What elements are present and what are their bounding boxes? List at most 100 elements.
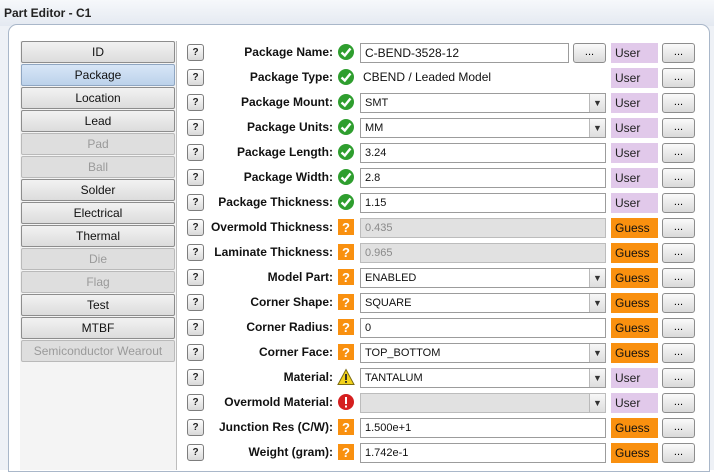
- help-button[interactable]: ?: [187, 94, 204, 111]
- more-options-button[interactable]: ...: [662, 168, 695, 188]
- window-title: Part Editor - C1: [4, 6, 92, 20]
- help-button[interactable]: ?: [187, 369, 204, 386]
- package-name-input[interactable]: C-BEND-3528-12: [360, 43, 569, 63]
- overmold-material-dropdown: ▼: [360, 393, 606, 413]
- source-badge: User: [611, 368, 658, 388]
- package-type-label: Package Type:: [249, 70, 333, 84]
- junction-res-c-w-value: 1.500e+1: [365, 422, 412, 434]
- help-button[interactable]: ?: [187, 269, 204, 286]
- material-value: TANTALUM: [365, 372, 423, 384]
- check-icon: [337, 43, 355, 61]
- package-thickness-input[interactable]: 1.15: [360, 193, 606, 213]
- overmold-material-label: Overmold Material:: [224, 395, 333, 409]
- corner-radius-label: Corner Radius:: [246, 320, 333, 334]
- source-badge: Guess: [611, 443, 658, 463]
- package-name-label: Package Name:: [244, 45, 333, 59]
- row-weight-gram: ? Weight (gram):? 1.742e-1 Guess...: [0, 440, 714, 465]
- chevron-down-icon[interactable]: ▼: [589, 294, 605, 312]
- chevron-down-icon[interactable]: ▼: [589, 94, 605, 112]
- corner-face-label: Corner Face:: [258, 345, 333, 359]
- check-icon: [337, 143, 355, 161]
- more-options-button[interactable]: ...: [662, 143, 695, 163]
- chevron-down-icon[interactable]: ▼: [589, 269, 605, 287]
- corner-radius-input[interactable]: 0: [360, 318, 606, 338]
- source-badge: Guess: [611, 268, 658, 288]
- guess-question-icon: ?: [337, 218, 355, 236]
- package-length-input[interactable]: 3.24: [360, 143, 606, 163]
- more-options-button[interactable]: ...: [662, 393, 695, 413]
- more-options-button[interactable]: ...: [662, 243, 695, 263]
- row-package-type: ? Package Type: CBEND / Leaded Model User..…: [0, 65, 714, 90]
- browse-button[interactable]: ...: [573, 43, 606, 63]
- row-corner-shape: ? Corner Shape:? SQUARE ▼ Guess...: [0, 290, 714, 315]
- chevron-down-icon[interactable]: ▼: [589, 369, 605, 387]
- more-options-button[interactable]: ...: [662, 193, 695, 213]
- part-editor-window: Part Editor - C1 ID Package Location Lead Pa…: [0, 0, 714, 472]
- junction-res-c-w-label: Junction Res (C/W):: [219, 420, 333, 434]
- title-bar: Part Editor - C1: [0, 0, 714, 26]
- help-button[interactable]: ?: [187, 169, 204, 186]
- more-options-button[interactable]: ...: [662, 268, 695, 288]
- source-badge: User: [611, 118, 658, 138]
- material-dropdown[interactable]: TANTALUM ▼: [360, 368, 606, 388]
- junction-res-c-w-input[interactable]: 1.500e+1: [360, 418, 606, 438]
- help-button[interactable]: ?: [187, 244, 204, 261]
- chevron-down-icon[interactable]: ▼: [589, 119, 605, 137]
- row-corner-radius: ? Corner Radius:? 0 Guess...: [0, 315, 714, 340]
- package-thickness-value: 1.15: [365, 197, 387, 209]
- model-part-dropdown[interactable]: ENABLED ▼: [360, 268, 606, 288]
- help-button[interactable]: ?: [187, 319, 204, 336]
- help-button[interactable]: ?: [187, 69, 204, 86]
- chevron-down-icon[interactable]: ▼: [589, 344, 605, 362]
- row-junction-res-c-w: ? Junction Res (C/W):? 1.500e+1 Guess...: [0, 415, 714, 440]
- package-width-label: Package Width:: [243, 170, 333, 184]
- help-button[interactable]: ?: [187, 194, 204, 211]
- weight-gram-input[interactable]: 1.742e-1: [360, 443, 606, 463]
- more-options-button[interactable]: ...: [662, 93, 695, 113]
- weight-gram-value: 1.742e-1: [365, 447, 409, 459]
- guess-question-icon: ?: [337, 343, 355, 361]
- more-options-button[interactable]: ...: [662, 418, 695, 438]
- weight-gram-label: Weight (gram):: [248, 445, 333, 459]
- row-material: ? Material: TANTALUM ▼ User...: [0, 365, 714, 390]
- more-options-button[interactable]: ...: [662, 118, 695, 138]
- more-options-button[interactable]: ...: [662, 318, 695, 338]
- corner-face-dropdown[interactable]: TOP_BOTTOM ▼: [360, 343, 606, 363]
- help-button[interactable]: ?: [187, 394, 204, 411]
- model-part-value: ENABLED: [365, 272, 417, 284]
- package-length-label: Package Length:: [236, 145, 333, 159]
- package-units-value: MM: [365, 122, 384, 134]
- help-button[interactable]: ?: [187, 44, 204, 61]
- help-button[interactable]: ?: [187, 219, 204, 236]
- warning-icon: [337, 368, 355, 386]
- more-options-button[interactable]: ...: [662, 343, 695, 363]
- more-options-button[interactable]: ...: [662, 68, 695, 88]
- more-options-button[interactable]: ...: [662, 443, 695, 463]
- help-button[interactable]: ?: [187, 444, 204, 461]
- help-button[interactable]: ?: [187, 344, 204, 361]
- package-mount-dropdown[interactable]: SMT ▼: [360, 93, 606, 113]
- package-width-input[interactable]: 2.8: [360, 168, 606, 188]
- source-badge: User: [611, 393, 658, 413]
- overmold-thickness-label: Overmold Thickness:: [210, 220, 333, 234]
- row-model-part: ? Model Part:? ENABLED ▼ Guess...: [0, 265, 714, 290]
- row-overmold-material: ? Overmold Material: ▼ User...: [0, 390, 714, 415]
- chevron-down-icon: ▼: [589, 394, 605, 412]
- help-button[interactable]: ?: [187, 119, 204, 136]
- more-options-button[interactable]: ...: [662, 368, 695, 388]
- row-package-width: ? Package Width: 2.8 User...: [0, 165, 714, 190]
- source-badge: User: [611, 93, 658, 113]
- svg-text:?: ?: [342, 245, 350, 260]
- corner-face-value: TOP_BOTTOM: [365, 347, 441, 359]
- source-badge: User: [611, 68, 658, 88]
- corner-shape-dropdown[interactable]: SQUARE ▼: [360, 293, 606, 313]
- more-options-button[interactable]: ...: [662, 218, 695, 238]
- more-options-button[interactable]: ...: [662, 293, 695, 313]
- help-button[interactable]: ?: [187, 144, 204, 161]
- row-package-units: ? Package Units: MM ▼ User...: [0, 115, 714, 140]
- help-button[interactable]: ?: [187, 419, 204, 436]
- svg-text:?: ?: [342, 420, 350, 435]
- more-options-button[interactable]: ...: [662, 43, 695, 63]
- help-button[interactable]: ?: [187, 294, 204, 311]
- package-units-dropdown[interactable]: MM ▼: [360, 118, 606, 138]
